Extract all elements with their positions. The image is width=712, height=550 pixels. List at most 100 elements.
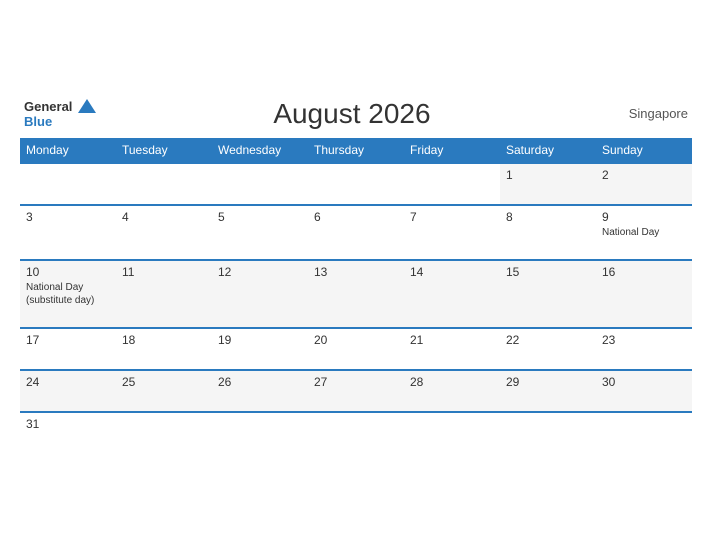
calendar-cell: 1: [500, 163, 596, 205]
logo-icon: [78, 99, 96, 113]
calendar-cell: 17: [20, 328, 116, 370]
calendar-cell: 8: [500, 205, 596, 260]
calendar-cell: 29: [500, 370, 596, 412]
calendar-cell: 25: [116, 370, 212, 412]
day-number: 27: [314, 375, 398, 389]
calendar-cell: 9 National Day: [596, 205, 692, 260]
weekday-header-sunday: Sunday: [596, 138, 692, 163]
calendar-cell: 26: [212, 370, 308, 412]
calendar-cell: [308, 163, 404, 205]
calendar-cell: 3: [20, 205, 116, 260]
calendar-cell: 24: [20, 370, 116, 412]
calendar-cell: [404, 412, 500, 453]
event-text: National Day: [602, 226, 686, 239]
calendar-cell: 5: [212, 205, 308, 260]
country-name: Singapore: [608, 106, 688, 121]
day-number: 26: [218, 375, 302, 389]
calendar-cell: 30: [596, 370, 692, 412]
calendar-cell: [116, 163, 212, 205]
calendar-cell: [212, 163, 308, 205]
day-number: 4: [122, 210, 206, 224]
calendar-cell: [212, 412, 308, 453]
calendar-wrapper: General Blue August 2026 Singapore Monda…: [10, 88, 702, 463]
logo: General Blue: [24, 98, 96, 130]
calendar-week-row: 3456789 National Day: [20, 205, 692, 260]
calendar-cell: 20: [308, 328, 404, 370]
day-number: 6: [314, 210, 398, 224]
calendar-cell: [116, 412, 212, 453]
day-number: 22: [506, 333, 590, 347]
calendar-cell: 15: [500, 260, 596, 328]
calendar-cell: [404, 163, 500, 205]
calendar-cell: 14: [404, 260, 500, 328]
calendar-cell: 6: [308, 205, 404, 260]
day-number: 25: [122, 375, 206, 389]
calendar-cell: 28: [404, 370, 500, 412]
day-number: 2: [602, 168, 686, 182]
weekday-header-tuesday: Tuesday: [116, 138, 212, 163]
day-number: 5: [218, 210, 302, 224]
calendar-cell: 27: [308, 370, 404, 412]
day-number: 1: [506, 168, 590, 182]
calendar-cell: 10 National Day(substitute day): [20, 260, 116, 328]
day-number: 12: [218, 265, 302, 279]
day-number: 8: [506, 210, 590, 224]
calendar-cell: 22: [500, 328, 596, 370]
calendar-week-row: 12: [20, 163, 692, 205]
weekday-header-row: MondayTuesdayWednesdayThursdayFridaySatu…: [20, 138, 692, 163]
calendar-header: General Blue August 2026 Singapore: [20, 98, 692, 130]
day-number: 14: [410, 265, 494, 279]
weekday-header-friday: Friday: [404, 138, 500, 163]
day-number: 13: [314, 265, 398, 279]
calendar-cell: 19: [212, 328, 308, 370]
weekday-header-thursday: Thursday: [308, 138, 404, 163]
calendar-week-row: 24 25 26 27 28 29 30: [20, 370, 692, 412]
calendar-cell: 13: [308, 260, 404, 328]
day-number: 10: [26, 265, 110, 279]
calendar-cell: 7: [404, 205, 500, 260]
day-number: 15: [506, 265, 590, 279]
day-number: 20: [314, 333, 398, 347]
day-number: 31: [26, 417, 110, 431]
weekday-header-wednesday: Wednesday: [212, 138, 308, 163]
day-number: 21: [410, 333, 494, 347]
calendar-cell: 31: [20, 412, 116, 453]
day-number: 18: [122, 333, 206, 347]
day-number: 29: [506, 375, 590, 389]
day-number: 17: [26, 333, 110, 347]
calendar-cell: 16: [596, 260, 692, 328]
day-number: 16: [602, 265, 686, 279]
day-number: 28: [410, 375, 494, 389]
weekday-header-monday: Monday: [20, 138, 116, 163]
calendar-cell: 2: [596, 163, 692, 205]
weekday-header-saturday: Saturday: [500, 138, 596, 163]
day-number: 11: [122, 265, 206, 279]
day-number: 19: [218, 333, 302, 347]
calendar-cell: [500, 412, 596, 453]
logo-blue-text: Blue: [24, 115, 96, 129]
calendar-cell: [20, 163, 116, 205]
day-number: 30: [602, 375, 686, 389]
event-text: National Day: [26, 281, 110, 294]
calendar-week-row: 31: [20, 412, 692, 453]
day-number: 9: [602, 210, 686, 224]
calendar-week-row: 17 18 19 20 21 22 23: [20, 328, 692, 370]
calendar-cell: [308, 412, 404, 453]
calendar-cell: [596, 412, 692, 453]
day-number: 7: [410, 210, 494, 224]
day-number: 3: [26, 210, 110, 224]
calendar-cell: 21: [404, 328, 500, 370]
calendar-cell: 12: [212, 260, 308, 328]
calendar-cell: 23: [596, 328, 692, 370]
event-text: (substitute day): [26, 294, 110, 307]
calendar-week-row: 10 National Day(substitute day) 11 12 13 14 15…: [20, 260, 692, 328]
logo-general-text: General: [24, 99, 72, 114]
calendar-cell: 18: [116, 328, 212, 370]
day-number: 23: [602, 333, 686, 347]
day-number: 24: [26, 375, 110, 389]
calendar-title: August 2026: [96, 98, 608, 130]
logo-general: General: [24, 98, 96, 116]
calendar-table: MondayTuesdayWednesdayThursdayFridaySatu…: [20, 138, 692, 453]
calendar-cell: 4: [116, 205, 212, 260]
calendar-cell: 11: [116, 260, 212, 328]
